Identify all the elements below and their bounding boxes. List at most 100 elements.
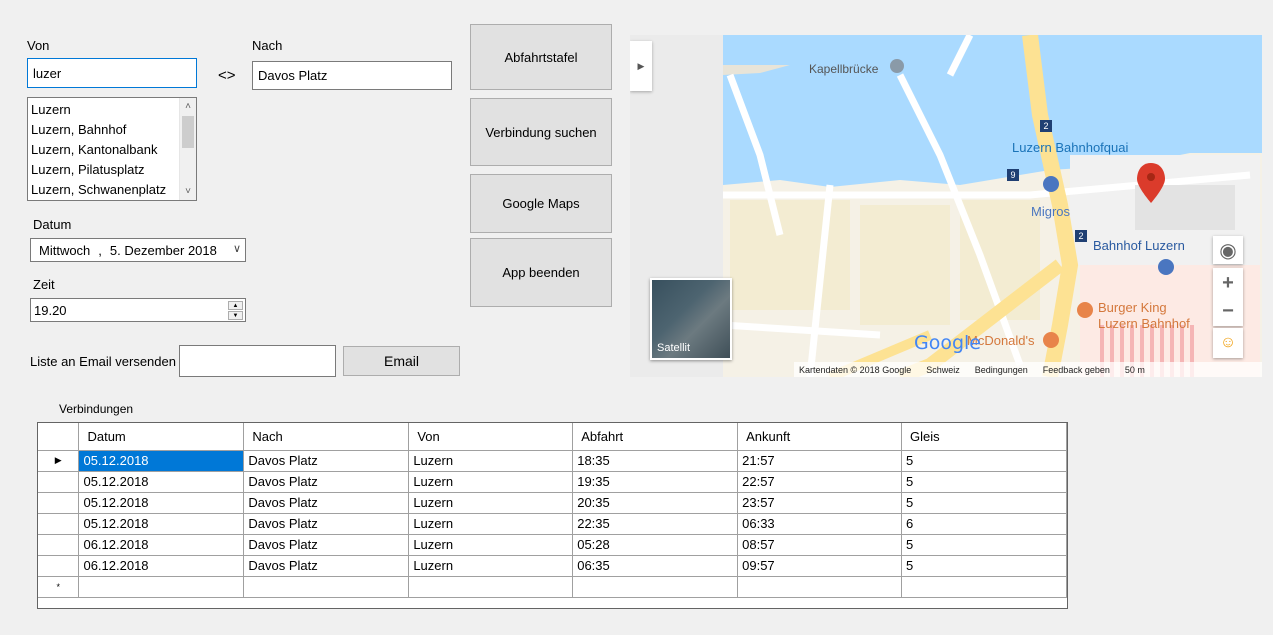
table-cell[interactable]: 08:57 (737, 534, 903, 556)
table-cell[interactable]: Davos Platz (243, 534, 410, 556)
table-cell[interactable]: 22:57 (737, 471, 903, 493)
row-header[interactable] (38, 513, 80, 535)
map-terms-link[interactable]: Bedingungen (975, 365, 1028, 375)
datum-picker[interactable]: Mittwoch , 5. Dezember 2018 ∨ (30, 238, 246, 262)
table-cell[interactable]: 5 (901, 555, 1067, 577)
table-cell[interactable] (408, 576, 574, 598)
table-cell[interactable]: 05.12.2018 (78, 471, 245, 493)
table-cell[interactable]: 21:57 (737, 450, 903, 472)
map-panel-toggle[interactable]: ▶ (630, 41, 652, 91)
table-cell[interactable]: Davos Platz (243, 471, 410, 493)
table-row[interactable]: ▶ 05.12.2018 Davos Platz Luzern 18:35 21… (38, 450, 1067, 472)
suggestion-list[interactable]: Luzern Luzern, Bahnhof Luzern, Kantonalb… (27, 97, 197, 201)
table-cell[interactable]: Davos Platz (243, 513, 410, 535)
column-header-von[interactable]: Von (408, 423, 574, 451)
verbindung-suchen-button[interactable]: Verbindung suchen (470, 98, 612, 166)
table-cell[interactable] (243, 576, 410, 598)
column-header-ankunft[interactable]: Ankunft (737, 423, 903, 451)
table-cell[interactable]: 5 (901, 492, 1067, 514)
list-item[interactable]: Luzern (28, 100, 196, 120)
table-row[interactable]: 05.12.2018 Davos Platz Luzern 22:35 06:3… (38, 513, 1067, 535)
column-header-nach[interactable]: Nach (243, 423, 410, 451)
table-cell[interactable]: Luzern (408, 555, 574, 577)
table-row[interactable]: 05.12.2018 Davos Platz Luzern 20:35 23:5… (38, 492, 1067, 514)
table-cell[interactable] (737, 576, 903, 598)
email-input[interactable] (179, 345, 336, 377)
table-cell[interactable]: 06:35 (572, 555, 739, 577)
zoom-in-button[interactable]: + (1222, 269, 1234, 297)
current-row-icon[interactable]: ▶ (38, 450, 80, 472)
map-label-bahnhof: Bahnhof Luzern (1093, 238, 1185, 253)
table-cell[interactable]: 06.12.2018 (78, 534, 245, 556)
table-cell[interactable]: 5 (901, 534, 1067, 556)
von-input[interactable] (27, 58, 197, 88)
row-header[interactable] (38, 471, 80, 493)
row-header[interactable] (38, 534, 80, 556)
list-item[interactable]: Luzern, Schwanenplatz (28, 180, 196, 200)
table-cell[interactable]: 09:57 (737, 555, 903, 577)
table-cell[interactable]: 05.12.2018 (78, 513, 245, 535)
row-header[interactable] (38, 555, 80, 577)
table-row[interactable]: 05.12.2018 Davos Platz Luzern 19:35 22:5… (38, 471, 1067, 493)
table-cell[interactable]: Luzern (408, 450, 574, 472)
row-header[interactable] (38, 492, 80, 514)
table-cell[interactable]: 20:35 (572, 492, 739, 514)
table-row[interactable]: 06.12.2018 Davos Platz Luzern 05:28 08:5… (38, 534, 1067, 556)
column-header-gleis[interactable]: Gleis (901, 423, 1067, 451)
abfahrtstafel-button[interactable]: Abfahrtstafel (470, 24, 612, 90)
spin-up-icon[interactable]: ▲ (228, 301, 243, 310)
table-cell[interactable]: 23:57 (737, 492, 903, 514)
new-row[interactable]: * (38, 576, 1067, 598)
table-cell[interactable]: 19:35 (572, 471, 739, 493)
email-button[interactable]: Email (343, 346, 460, 376)
satellite-toggle[interactable]: Satellit (650, 278, 732, 360)
zeit-stepper[interactable]: 19.20 ▲ ▼ (30, 298, 246, 322)
map-region-link[interactable]: Schweiz (926, 365, 960, 375)
scroll-up-icon[interactable]: ˄ (180, 98, 196, 115)
table-cell[interactable]: 05.12.2018 (78, 450, 245, 472)
chevron-down-icon[interactable]: ∨ (233, 242, 241, 255)
table-cell[interactable] (901, 576, 1067, 598)
street-view-icon[interactable]: ☺ (1213, 328, 1243, 358)
datum-label: Datum (33, 217, 72, 232)
table-cell[interactable]: Davos Platz (243, 555, 410, 577)
list-scrollbar[interactable]: ˄ ˅ (179, 98, 196, 200)
column-header-abfahrt[interactable]: Abfahrt (572, 423, 739, 451)
connections-grid[interactable]: Datum Nach Von Abfahrt Ankunft Gleis ▶ 0… (37, 422, 1068, 609)
table-cell[interactable]: 06.12.2018 (78, 555, 245, 577)
list-item[interactable]: Luzern, Kantonalbank (28, 140, 196, 160)
table-cell[interactable]: Davos Platz (243, 450, 410, 472)
scroll-thumb[interactable] (182, 116, 194, 148)
new-row-icon[interactable]: * (38, 576, 80, 598)
map-feedback-link[interactable]: Feedback geben (1043, 365, 1110, 375)
table-row[interactable]: 06.12.2018 Davos Platz Luzern 06:35 09:5… (38, 555, 1067, 577)
table-cell[interactable]: 05.12.2018 (78, 492, 245, 514)
table-cell[interactable] (78, 576, 245, 598)
spin-down-icon[interactable]: ▼ (228, 311, 243, 320)
table-cell[interactable]: 22:35 (572, 513, 739, 535)
table-cell[interactable]: 05:28 (572, 534, 739, 556)
table-cell[interactable]: Luzern (408, 471, 574, 493)
table-cell[interactable]: Luzern (408, 513, 574, 535)
table-cell[interactable]: Luzern (408, 534, 574, 556)
table-cell[interactable] (572, 576, 739, 598)
map-view[interactable]: ▶ Kapellbrücke Luzern Bahnhofquai Migros… (630, 35, 1262, 377)
table-cell[interactable]: Davos Platz (243, 492, 410, 514)
row-header-corner[interactable] (38, 423, 80, 451)
nach-input[interactable] (252, 61, 452, 90)
table-cell[interactable]: 5 (901, 471, 1067, 493)
my-location-icon[interactable]: ◉ (1213, 236, 1243, 264)
table-cell[interactable]: 5 (901, 450, 1067, 472)
table-cell[interactable]: 06:33 (737, 513, 903, 535)
column-header-datum[interactable]: Datum (78, 423, 245, 451)
list-item[interactable]: Luzern, Pilatusplatz (28, 160, 196, 180)
list-item[interactable]: Luzern, Bahnhof (28, 120, 196, 140)
scroll-down-icon[interactable]: ˅ (180, 183, 196, 200)
zoom-out-button[interactable]: − (1222, 297, 1234, 325)
table-cell[interactable]: 6 (901, 513, 1067, 535)
table-cell[interactable]: Luzern (408, 492, 574, 514)
google-maps-button[interactable]: Google Maps (470, 174, 612, 233)
app-beenden-button[interactable]: App beenden (470, 238, 612, 307)
swap-button[interactable]: <> (218, 67, 236, 84)
table-cell[interactable]: 18:35 (572, 450, 739, 472)
